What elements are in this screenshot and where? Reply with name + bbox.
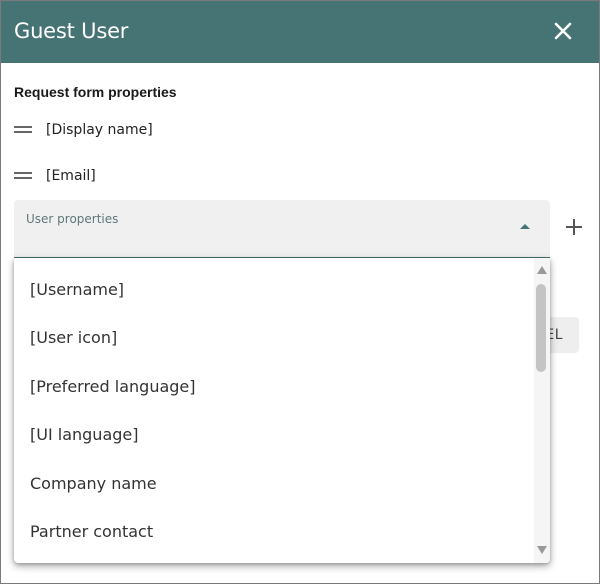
drag-handle-icon[interactable] bbox=[14, 171, 32, 181]
option-label: Company name bbox=[30, 474, 157, 493]
option-partner-contact[interactable]: Partner contact bbox=[14, 508, 534, 556]
scroll-thumb[interactable] bbox=[536, 284, 546, 372]
scroll-up-icon[interactable] bbox=[537, 266, 547, 274]
close-icon[interactable] bbox=[549, 17, 577, 45]
option-preferred-language[interactable]: [Preferred language] bbox=[14, 363, 534, 411]
section-title: Request form properties bbox=[14, 84, 177, 100]
drag-handle-icon[interactable] bbox=[14, 125, 32, 135]
guest-user-dialog: Guest User Request form properties [Disp… bbox=[0, 0, 600, 584]
option-label: [Username] bbox=[30, 280, 125, 299]
option-label: Partner contact bbox=[30, 522, 154, 541]
arrow-up-icon bbox=[520, 224, 530, 229]
field-label: [Display name] bbox=[46, 122, 153, 138]
close-icon-svg bbox=[554, 22, 572, 40]
field-label: [Email] bbox=[46, 168, 96, 184]
user-properties-select[interactable]: User properties bbox=[14, 200, 550, 258]
dialog-title: Guest User bbox=[14, 19, 129, 43]
option-company-name[interactable]: Company name bbox=[14, 460, 534, 508]
field-row-display-name: [Display name] bbox=[14, 119, 534, 143]
option-label: [User icon] bbox=[30, 328, 118, 347]
field-row-email: [Email] bbox=[14, 165, 534, 189]
select-label: User properties bbox=[26, 212, 119, 226]
dropdown-scrollbar[interactable] bbox=[534, 258, 550, 563]
option-username[interactable]: [Username] bbox=[14, 266, 534, 314]
option-label: [Preferred language] bbox=[30, 377, 196, 396]
plus-icon[interactable] bbox=[563, 216, 585, 238]
dialog-header: Guest User bbox=[1, 1, 599, 63]
scroll-down-icon[interactable] bbox=[537, 546, 547, 554]
option-ui-language[interactable]: [UI language] bbox=[14, 411, 534, 459]
option-user-icon[interactable]: [User icon] bbox=[14, 314, 534, 362]
option-label: [UI language] bbox=[30, 425, 139, 444]
user-properties-dropdown: [Username] [User icon] [Preferred langua… bbox=[14, 258, 550, 563]
